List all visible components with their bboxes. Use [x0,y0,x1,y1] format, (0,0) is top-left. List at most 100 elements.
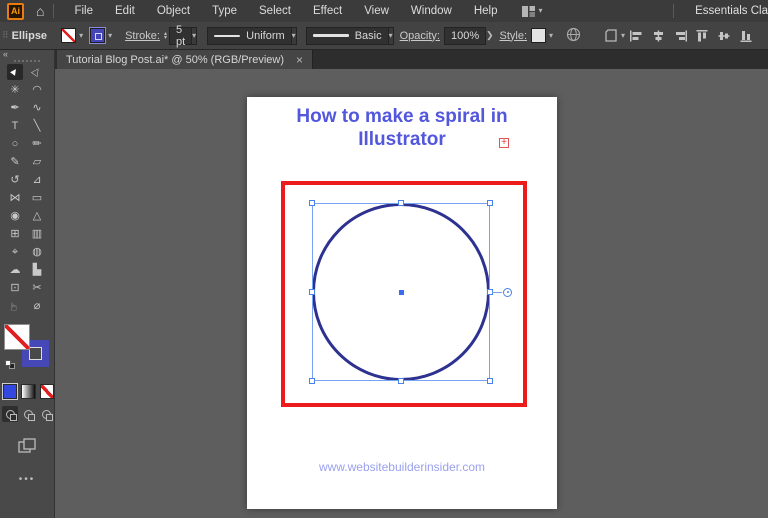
menu-object[interactable]: Object [146,5,201,17]
selection-handle[interactable] [487,378,493,384]
width-profile-select[interactable]: Uniform [207,27,292,45]
stroke-color-picker[interactable]: ▾ [90,28,112,43]
tool-ellipse[interactable]: ○ [7,136,23,152]
horizontal-align-center-icon[interactable] [651,29,666,43]
horizontal-align-left-icon[interactable] [629,29,644,43]
tool-gradient[interactable]: ▥ [29,226,45,242]
menu-file[interactable]: File [63,5,104,17]
tool-pen[interactable]: ✒ [7,100,23,116]
tool-perspective-grid[interactable]: △ [29,208,45,224]
stroke-weight-stepper[interactable]: ▴▾ [164,32,167,40]
opacity-panel-link[interactable]: Opacity: [400,30,440,42]
tool-direct-selection[interactable]: ▷ [29,64,45,80]
tool-zoom[interactable]: ⌀ [29,298,45,314]
collapse-panel-icon[interactable]: « [3,50,8,59]
tool-magic-wand[interactable]: ✳ [7,82,23,98]
panel-grip[interactable] [14,60,40,62]
tool-eraser[interactable]: ▱ [29,154,45,170]
artboard-title-text[interactable]: How to make a spiral in Illustrator [247,105,557,151]
center-point[interactable] [399,290,404,295]
edit-toolbar-ellipsis[interactable]: ••• [0,474,54,485]
tool-hand[interactable]: ☞ [7,298,23,314]
title-line-2: Illustrator [247,128,557,151]
tool-type[interactable]: T [7,118,23,134]
stroke-weight-dropdown[interactable]: ▾ [192,27,197,45]
vertical-align-top-icon[interactable] [695,29,710,43]
illustrator-logo-icon[interactable]: Ai [7,3,24,20]
vertical-align-bottom-icon[interactable] [739,29,754,43]
selection-handle[interactable] [309,289,315,295]
default-fill-stroke-icon[interactable] [5,360,15,369]
draw-inside-button[interactable] [38,406,54,422]
tool-mesh[interactable]: ⊞ [7,226,23,242]
fill-none-swatch[interactable] [61,28,76,43]
draw-normal-icon [6,410,15,419]
menu-effect[interactable]: Effect [302,5,353,17]
rotation-widget-icon[interactable] [503,288,512,297]
home-icon[interactable]: ⌂ [36,4,44,18]
arrange-documents-icon[interactable]: ▾ [522,6,542,17]
tool-rotate[interactable]: ↺ [7,172,23,188]
vertical-align-center-icon[interactable] [717,29,732,43]
opacity-chevron-icon[interactable]: ❯ [486,27,494,45]
color-button[interactable] [3,384,17,399]
tool-shaper[interactable]: ✎ [7,154,23,170]
tool-scale[interactable]: ⊿ [29,172,45,188]
menu-view[interactable]: View [353,5,400,17]
graphic-style-link[interactable]: Style: [500,30,528,42]
gradient-button[interactable] [21,384,35,399]
menu-help[interactable]: Help [463,5,509,17]
document-options-icon[interactable]: ▾ [605,29,625,42]
text-overset-indicator-icon[interactable]: + [499,138,509,148]
selection-handle[interactable] [398,378,404,384]
stroke-weight-input[interactable]: 5 pt [169,27,192,45]
stroke-color-swatch[interactable] [90,28,105,43]
tool-line-segment[interactable]: ╲ [29,118,45,134]
graphic-style-picker[interactable]: ▾ [531,28,553,43]
brush-definition-select[interactable]: Basic [306,27,389,45]
circle-selection[interactable] [312,203,490,381]
panel-grip-icon[interactable]: ⠿ [2,30,8,41]
draw-normal-button[interactable] [2,406,18,422]
menu-edit[interactable]: Edit [104,5,146,17]
menu-select[interactable]: Select [248,5,302,17]
brush-definition-dropdown[interactable]: ▾ [389,27,394,45]
tool-free-transform[interactable]: ▭ [29,190,45,206]
tool-curvature[interactable]: ∿ [29,100,45,116]
fill-proxy-swatch[interactable] [4,324,30,350]
change-screen-mode-icon[interactable] [18,438,54,458]
tool-eyedropper[interactable]: ⌖ [7,244,23,260]
selection-handle[interactable] [487,200,493,206]
workspace-switcher[interactable]: Essentials Cla [664,0,768,22]
tool-width[interactable]: ⋈ [7,190,23,206]
menu-window[interactable]: Window [400,5,463,17]
horizontal-align-right-icon[interactable] [673,29,688,43]
canvas-area[interactable]: How to make a spiral in Illustrator + ww… [55,69,768,518]
tool-blend[interactable]: ◍ [29,244,45,260]
opacity-input[interactable]: 100% [444,27,486,45]
tool-slice[interactable]: ✂ [29,280,45,296]
tool-paintbrush[interactable]: ✏ [29,136,45,152]
tool-symbol-sprayer[interactable]: ☁ [7,262,23,278]
selection-handle[interactable] [309,378,315,384]
fill-color-picker[interactable]: ▾ [61,28,83,43]
artboard-tool-icon: ⊡ [10,283,19,294]
stroke-panel-link[interactable]: Stroke: [125,30,160,42]
menu-type[interactable]: Type [201,5,248,17]
width-profile-dropdown[interactable]: ▾ [292,27,297,45]
tool-lasso[interactable]: ◠ [29,82,45,98]
tool-shape-builder[interactable]: ◉ [7,208,23,224]
close-tab-icon[interactable]: × [296,54,303,66]
selection-handle[interactable] [398,200,404,206]
tool-artboard[interactable]: ⊡ [7,280,23,296]
selection-handle[interactable] [309,200,315,206]
document-tab[interactable]: Tutorial Blog Post.ai* @ 50% (RGB/Previe… [57,50,313,69]
artboard[interactable]: How to make a spiral in Illustrator + ww… [247,97,557,509]
brush-preview-line [313,34,349,37]
globe-icon[interactable] [566,27,581,45]
tool-column-graph[interactable]: ▙ [29,262,45,278]
draw-behind-button[interactable] [20,406,36,422]
tool-selection[interactable]: ► [7,64,23,80]
none-button[interactable] [40,384,54,399]
graphic-style-swatch[interactable] [531,28,546,43]
